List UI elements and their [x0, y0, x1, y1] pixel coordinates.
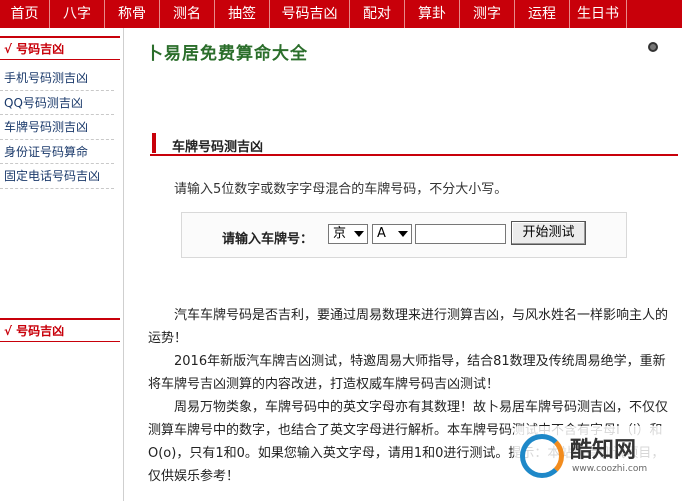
nav-item[interactable]: 测名: [160, 0, 215, 28]
instruction-text: 请输入5位数字或数字字母混合的车牌号码，不分大小写。: [174, 182, 508, 197]
intro-paragraph: 汽车车牌号码是否吉利，要通过周易数理来进行测算吉凶，与风水姓名一样影响主人的运势…: [148, 308, 669, 346]
section-marker: [152, 133, 156, 153]
top-navigation: 首页 八字 称骨 测名 抽签 号码吉凶 配对 算卦 测字 运程 生日书: [0, 0, 682, 28]
nav-item[interactable]: 算卦: [405, 0, 460, 28]
sidebar: √ 号码吉凶 手机号码测吉凶 QQ号码测吉凶 车牌号码测吉凶 身份证号码算命 固定电话号…: [0, 28, 124, 501]
nav-item[interactable]: 配对: [350, 0, 405, 28]
sidebar-item[interactable]: 身份证号码算命: [0, 140, 114, 164]
page-title: 卜易居免费算命大全: [146, 44, 308, 64]
main-content: 卜易居免费算命大全 车牌号码测吉凶 请输入5位数字或数字字母混合的车牌号码，不分…: [124, 28, 682, 501]
province-value: 京: [333, 226, 347, 241]
chevron-down-icon: [398, 231, 408, 237]
watermark-url: www.coozhi.com: [572, 464, 648, 474]
intro-paragraph: 2016年新版汽车牌吉凶测试，特邀周易大师指导，结合81数理及传统周易绝学，重新…: [148, 354, 666, 392]
watermark-name: 酷知网: [570, 438, 637, 463]
nav-item[interactable]: 抽签: [215, 0, 270, 28]
chevron-down-icon: [354, 231, 364, 237]
settings-icon[interactable]: [648, 42, 658, 52]
coozhi-logo-icon: [520, 434, 564, 478]
sidebar-item[interactable]: 车牌号码测吉凶: [0, 115, 114, 140]
nav-item[interactable]: 运程: [515, 0, 570, 28]
plate-number-input[interactable]: [415, 224, 506, 244]
nav-item[interactable]: 首页: [0, 0, 50, 28]
letter-value: A: [377, 226, 386, 241]
letter-select[interactable]: A: [372, 224, 412, 244]
section-title: 车牌号码测吉凶: [172, 140, 264, 155]
sidebar-list: 手机号码测吉凶 QQ号码测吉凶 车牌号码测吉凶 身份证号码算命 固定电话号码吉凶: [0, 66, 123, 189]
start-test-button[interactable]: 开始测试: [511, 221, 586, 245]
province-select[interactable]: 京: [328, 224, 368, 244]
nav-item[interactable]: 号码吉凶: [270, 0, 350, 28]
section-header: 车牌号码测吉凶: [150, 130, 678, 156]
plate-form: 请输入车牌号： 京 A 开始测试: [181, 212, 627, 258]
sidebar-heading-second: √ 号码吉凶: [0, 318, 120, 342]
watermark: 酷知网 www.coozhi.com: [514, 426, 674, 492]
plate-label: 请输入车牌号：: [222, 232, 314, 247]
sidebar-item[interactable]: 固定电话号码吉凶: [0, 164, 114, 189]
nav-item[interactable]: 测字: [460, 0, 515, 28]
sidebar-item[interactable]: 手机号码测吉凶: [0, 66, 114, 91]
nav-item[interactable]: 八字: [50, 0, 105, 28]
nav-item[interactable]: 生日书: [570, 0, 627, 28]
sidebar-heading: √ 号码吉凶: [0, 36, 120, 60]
sidebar-item[interactable]: QQ号码测吉凶: [0, 91, 114, 115]
nav-item[interactable]: 称骨: [105, 0, 160, 28]
